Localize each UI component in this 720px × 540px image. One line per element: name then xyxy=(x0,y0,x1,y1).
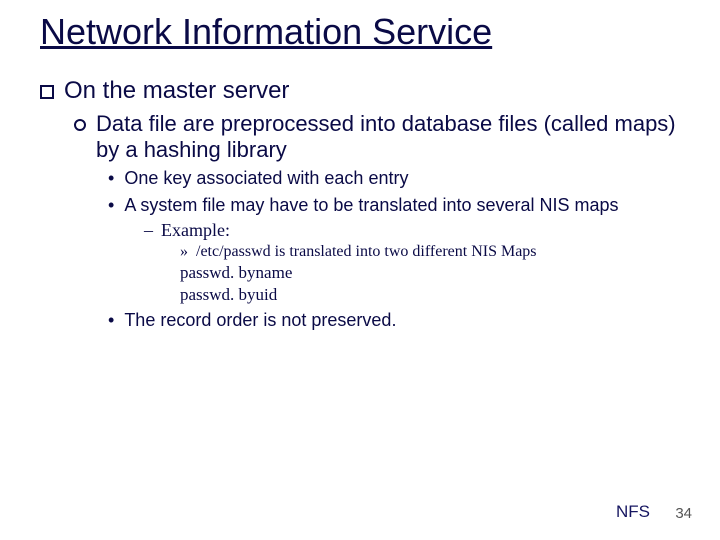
slide-title: Network Information Service xyxy=(40,10,680,53)
bullet-lvl5: » /etc/passwd is translated into two dif… xyxy=(180,243,680,261)
bullet-lvl2-text: Data file are preprocessed into database… xyxy=(96,111,680,163)
circle-bullet-icon xyxy=(74,119,86,131)
bullet-lvl5-text: /etc/passwd is translated into two diffe… xyxy=(196,243,680,261)
dot-bullet-icon: • xyxy=(108,309,114,332)
bullet-lvl3-text: One key associated with each entry xyxy=(124,167,680,190)
dot-bullet-icon: • xyxy=(108,194,114,217)
bullet-lvl4: – Example: xyxy=(144,220,680,241)
page-number: 34 xyxy=(675,505,692,522)
bullet-lvl3-text: A system file may have to be translated … xyxy=(124,194,680,217)
bullet-lvl4-text: Example: xyxy=(161,220,680,241)
bullet-lvl5-plain: passwd. byuid xyxy=(180,285,680,305)
bullet-lvl2: Data file are preprocessed into database… xyxy=(74,111,680,163)
bullet-lvl1: On the master server xyxy=(40,77,680,105)
bullet-lvl5-plain: passwd. byname xyxy=(180,263,680,283)
bullet-lvl3: • A system file may have to be translate… xyxy=(108,194,680,217)
bullet-lvl3: • The record order is not preserved. xyxy=(108,309,680,332)
bullet-lvl3: • One key associated with each entry xyxy=(108,167,680,190)
footer-label: NFS xyxy=(616,502,650,522)
square-bullet-icon xyxy=(40,85,54,99)
slide: Network Information Service On the maste… xyxy=(0,0,720,540)
dash-bullet-icon: – xyxy=(144,220,153,241)
raquo-bullet-icon: » xyxy=(180,243,188,261)
dot-bullet-icon: • xyxy=(108,167,114,190)
bullet-lvl3-text: The record order is not preserved. xyxy=(124,309,680,332)
bullet-lvl1-text: On the master server xyxy=(64,77,680,105)
